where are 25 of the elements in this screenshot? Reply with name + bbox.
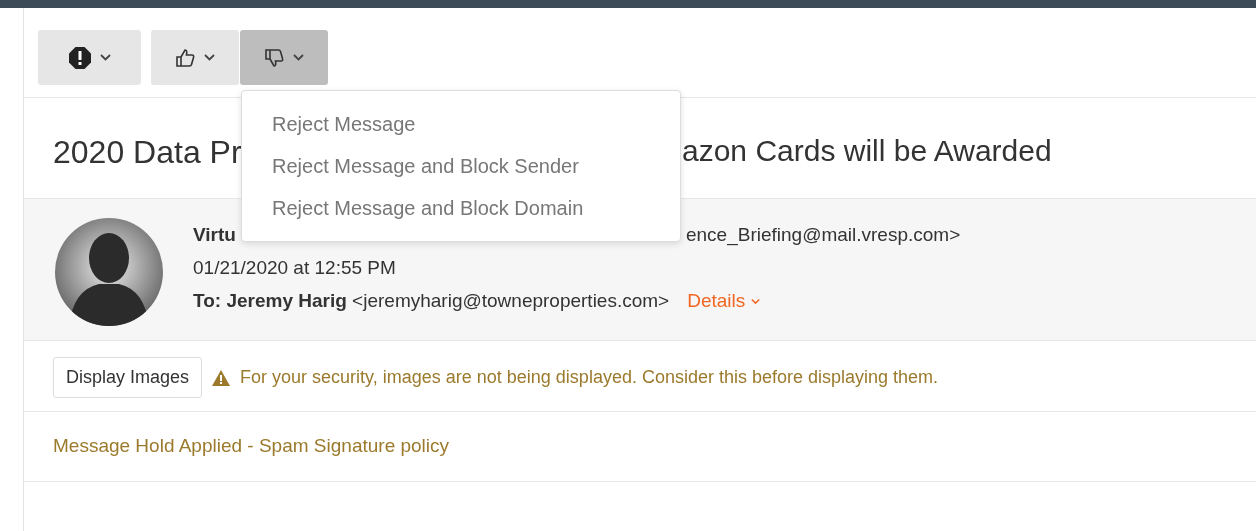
thumbs-up-icon bbox=[175, 47, 195, 68]
menu-item[interactable]: Reject Message bbox=[242, 103, 680, 145]
security-warning: For your security, images are not being displayed. Consider this before displaying them. bbox=[240, 366, 939, 389]
recipient-line: To: Jeremy Harig <jeremyharig@towneproperties.com> bbox=[193, 289, 670, 313]
caret-icon bbox=[99, 54, 111, 61]
details-link[interactable]: Details bbox=[687, 284, 760, 317]
alert-button[interactable] bbox=[38, 30, 141, 85]
menu-item[interactable]: Reject Message and Block Sender bbox=[242, 145, 680, 187]
sender-address: ence_Briefing@mail.vresp.com> bbox=[685, 224, 961, 245]
menu-item[interactable]: Reject Message and Block Domain bbox=[242, 187, 680, 229]
sender-name: Virtu bbox=[193, 224, 236, 245]
warning-icon bbox=[212, 369, 231, 386]
subject-text: azon Cards will be Awarded bbox=[682, 133, 1052, 169]
thumbs-up-button[interactable] bbox=[151, 30, 239, 85]
display-images-button[interactable]: Display Images bbox=[53, 357, 203, 398]
caret-icon bbox=[293, 54, 304, 61]
hold-notice: Message Hold Applied - Spam Signature policy bbox=[24, 412, 1256, 482]
message-date: 01/21/2020 at 12:55 PM bbox=[193, 256, 397, 280]
avatar-icon bbox=[55, 218, 163, 326]
caret-icon bbox=[204, 54, 215, 61]
caret-icon bbox=[750, 298, 760, 306]
subject-text: 2020 Data Pr bbox=[53, 134, 242, 170]
alert-icon bbox=[68, 46, 91, 69]
thumbs-down-icon bbox=[264, 47, 284, 68]
thumbs-down-button[interactable] bbox=[240, 30, 328, 85]
